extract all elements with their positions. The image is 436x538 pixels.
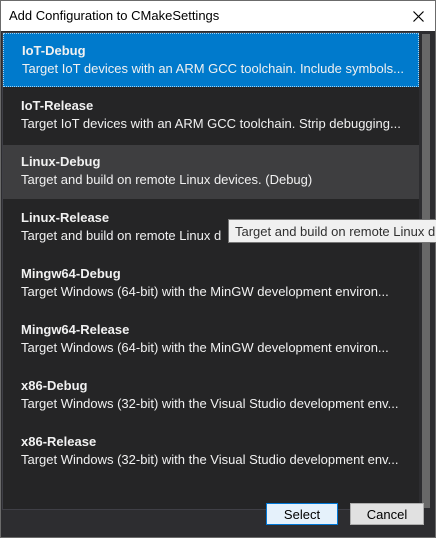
configuration-item-x86-release[interactable]: x86-Release Target Windows (32-bit) with… xyxy=(3,425,419,479)
dialog-title: Add Configuration to CMakeSettings xyxy=(9,8,220,23)
configuration-name: Mingw64-Debug xyxy=(21,266,121,281)
configuration-list[interactable]: IoT-Debug Target IoT devices with an ARM… xyxy=(2,32,420,510)
configuration-description: Target Windows (64-bit) with the MinGW d… xyxy=(21,340,389,355)
select-button[interactable]: Select xyxy=(266,503,338,525)
configuration-item-iot-debug[interactable]: IoT-Debug Target IoT devices with an ARM… xyxy=(3,33,419,87)
cancel-button[interactable]: Cancel xyxy=(350,503,424,525)
close-button[interactable] xyxy=(407,5,429,27)
configuration-name: Linux-Debug xyxy=(21,154,101,169)
configuration-name: IoT-Release xyxy=(21,98,94,113)
configuration-item-mingw64-debug[interactable]: Mingw64-Debug Target Windows (64-bit) wi… xyxy=(3,257,419,311)
configuration-name: IoT-Debug xyxy=(22,43,86,58)
add-configuration-dialog: Add Configuration to CMakeSettings IoT-D… xyxy=(0,0,436,538)
scrollbar-thumb[interactable] xyxy=(422,34,430,508)
vertical-scrollbar[interactable] xyxy=(419,32,433,510)
title-bar: Add Configuration to CMakeSettings xyxy=(1,1,435,31)
configuration-name: Mingw64-Release xyxy=(21,322,130,337)
configuration-name: x86-Release xyxy=(21,434,97,449)
configuration-description: Target Windows (32-bit) with the Visual … xyxy=(21,452,399,467)
configuration-item-mingw64-release[interactable]: Mingw64-Release Target Windows (64-bit) … xyxy=(3,313,419,367)
configuration-item-linux-debug[interactable]: Linux-Debug Target and build on remote L… xyxy=(3,145,419,199)
configuration-name: x86-Debug xyxy=(21,378,88,393)
configuration-description: Target and build on remote Linux devices… xyxy=(21,172,313,187)
configuration-description: Target IoT devices with an ARM GCC toolc… xyxy=(21,116,401,131)
configuration-item-x86-debug[interactable]: x86-Debug Target Windows (32-bit) with t… xyxy=(3,369,419,423)
configuration-name: Linux-Release xyxy=(21,210,110,225)
configuration-description: Target IoT devices with an ARM GCC toolc… xyxy=(22,61,404,76)
description-tooltip: Target and build on remote Linux d xyxy=(228,219,436,243)
close-icon xyxy=(412,10,424,22)
dialog-content: IoT-Debug Target IoT devices with an ARM… xyxy=(1,31,435,537)
configuration-description: Target Windows (64-bit) with the MinGW d… xyxy=(21,284,389,299)
configuration-item-iot-release[interactable]: IoT-Release Target IoT devices with an A… xyxy=(3,89,419,143)
configuration-description: Target Windows (32-bit) with the Visual … xyxy=(21,396,399,411)
